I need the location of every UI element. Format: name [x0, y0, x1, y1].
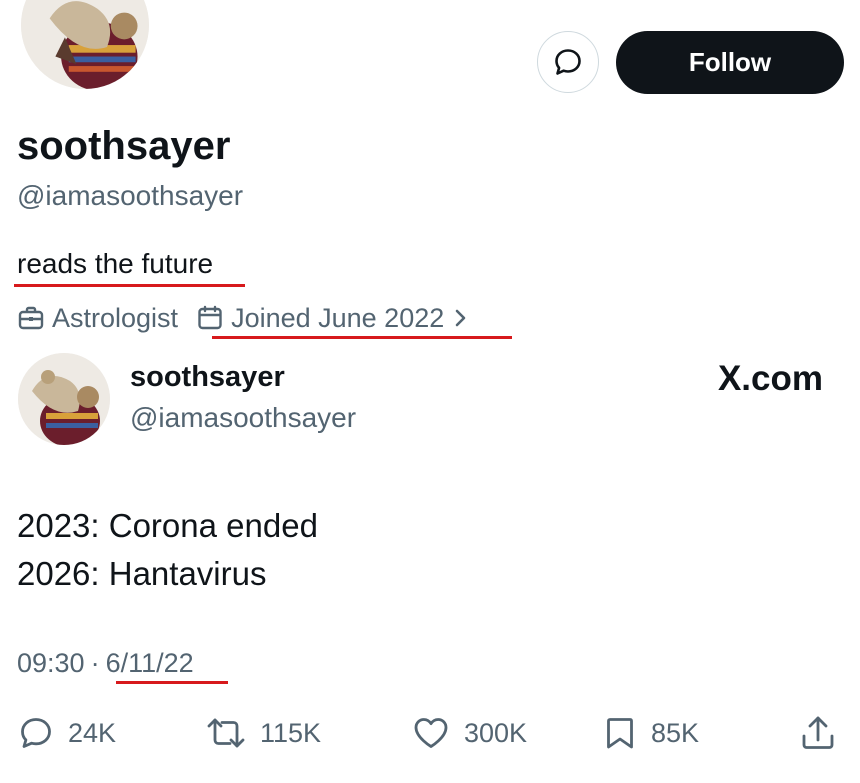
- repost-count: 115K: [260, 717, 322, 748]
- message-icon: [555, 49, 581, 75]
- profile-meta-row: Astrologist Joined June 2022: [17, 300, 471, 336]
- tweet-avatar-image: [18, 353, 110, 445]
- tweet-date[interactable]: 6/11/22: [106, 648, 194, 679]
- bio-annotation-underline: [14, 284, 245, 287]
- message-button[interactable]: [537, 31, 599, 93]
- tweet-text: 2023: Corona ended 2026: Hantavirus: [17, 502, 318, 598]
- calendar-icon: [198, 305, 222, 330]
- date-annotation-underline: [116, 681, 228, 684]
- bookmark-icon: [607, 718, 633, 749]
- timestamp-separator: ·: [90, 648, 100, 678]
- profile-display-name: soothsayer: [17, 124, 231, 168]
- chevron-right-icon: [455, 309, 466, 327]
- repost-icon: [207, 718, 245, 748]
- tweet-line: 2023: Corona ended: [17, 507, 318, 544]
- tweet-author-avatar[interactable]: [18, 353, 110, 445]
- reply-count: 24K: [68, 717, 117, 748]
- tweet-timestamp: 09:30 · 6/11/22: [17, 648, 194, 679]
- x-com-label: X.com: [717, 359, 823, 398]
- like-count: 300K: [464, 717, 528, 748]
- profession-item: Astrologist: [17, 303, 178, 334]
- like-button[interactable]: 300K: [412, 715, 527, 751]
- bookmark-count: 85K: [651, 717, 700, 748]
- tweet-line: 2026: Hantavirus: [17, 555, 267, 592]
- profile-bio: reads the future: [17, 248, 214, 279]
- profession-label: Astrologist: [52, 302, 179, 333]
- reply-icon: [21, 718, 51, 748]
- tweet-action-bar: 24K 115K 300K 85K: [18, 710, 843, 756]
- tweet-time: 09:30: [17, 648, 85, 678]
- profile-handle: @iamasoothsayer: [17, 180, 244, 211]
- tweet-author-handle[interactable]: @iamasoothsayer: [130, 402, 356, 434]
- briefcase-icon: [18, 306, 44, 330]
- joined-annotation-underline: [212, 336, 512, 339]
- profile-avatar[interactable]: [18, 0, 152, 92]
- share-icon: [802, 716, 834, 749]
- joined-item[interactable]: Joined June 2022: [196, 303, 471, 334]
- share-button[interactable]: [799, 714, 837, 752]
- joined-label: Joined June 2022: [231, 302, 445, 333]
- bookmark-button[interactable]: 85K: [603, 715, 699, 751]
- repost-button[interactable]: 115K: [206, 715, 321, 751]
- profile-avatar-image: [21, 0, 149, 89]
- reply-button[interactable]: 24K: [18, 715, 116, 751]
- follow-button[interactable]: Follow: [616, 31, 844, 94]
- like-icon: [414, 718, 448, 748]
- tweet-author-name[interactable]: soothsayer: [130, 361, 285, 394]
